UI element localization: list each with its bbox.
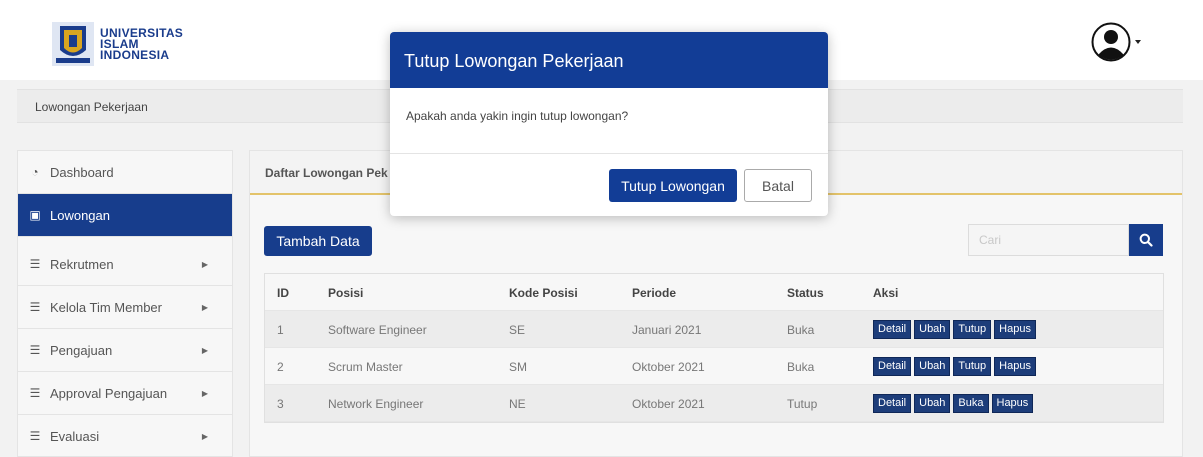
dialog-title: Tutup Lowongan Pekerjaan [390, 32, 828, 88]
close-job-dialog: Tutup Lowongan Pekerjaan Apakah anda yak… [390, 32, 828, 216]
confirm-close-button[interactable]: Tutup Lowongan [609, 169, 737, 202]
dialog-footer: Tutup Lowongan Batal [390, 154, 828, 216]
cancel-button[interactable]: Batal [744, 169, 812, 202]
dialog-message: Apakah anda yakin ingin tutup lowongan? [390, 88, 828, 154]
